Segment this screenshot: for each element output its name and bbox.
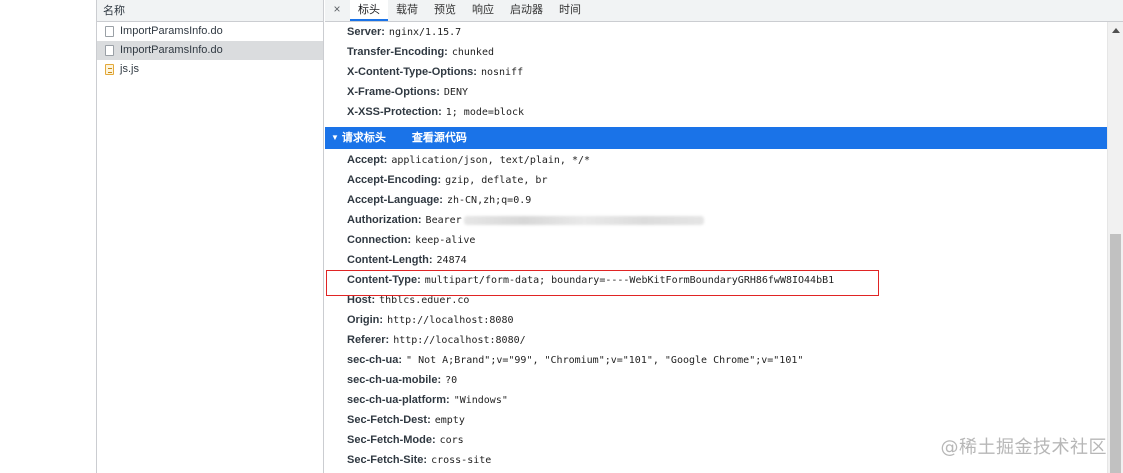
header-value: zh-CN,zh;q=0.9	[446, 195, 532, 206]
header-name: sec-ch-ua-mobile:	[347, 374, 442, 386]
request-header-row: Accept-Encoding: gzip, deflate, br	[325, 170, 1107, 190]
request-name: ImportParamsInfo.do	[120, 25, 223, 37]
header-value: gzip, deflate, br	[445, 175, 548, 186]
header-name: Sec-Fetch-Site:	[347, 454, 428, 466]
header-value: " Not A;Brand";v="99", "Chromium";v="101…	[406, 355, 804, 366]
request-header-row: sec-ch-ua: " Not A;Brand";v="99", "Chromi…	[325, 350, 1107, 370]
response-header-row: X-Content-Type-Options: nosniff	[325, 62, 1107, 82]
header-value: DENY	[443, 87, 468, 98]
request-header-row: sec-ch-ua-platform: "Windows"	[325, 390, 1107, 410]
request-header-row: Accept: application/json, text/plain, */*	[325, 150, 1107, 170]
response-header-row: X-XSS-Protection: 1; mode=block	[325, 102, 1107, 122]
watermark: @稀土掘金技术社区	[940, 437, 1107, 458]
document-icon	[105, 26, 114, 37]
tab-payload[interactable]: 载荷	[388, 0, 426, 21]
scrollbar-thumb[interactable]	[1110, 234, 1121, 473]
header-name: Server:	[347, 26, 385, 38]
header-value: 1; mode=block	[445, 107, 525, 118]
header-name: Content-Type:	[347, 274, 421, 286]
request-row[interactable]: ImportParamsInfo.do	[97, 22, 323, 41]
tab-response[interactable]: 响应	[464, 0, 502, 21]
request-header-row: Connection: keep-alive	[325, 230, 1107, 250]
header-value: keep-alive	[415, 235, 476, 246]
header-value: ?0	[445, 375, 458, 386]
header-value: Bearer	[425, 215, 462, 226]
response-header-row: X-Frame-Options: DENY	[325, 82, 1107, 102]
request-header-row: Origin: http://localhost:8080	[325, 310, 1107, 330]
header-value: 24874	[436, 255, 467, 266]
header-name: Accept:	[347, 154, 388, 166]
name-column-header[interactable]: 名称	[97, 0, 323, 22]
header-value: "Windows"	[453, 395, 508, 406]
header-value: nginx/1.15.7	[388, 27, 462, 38]
header-value: application/json, text/plain, */*	[391, 155, 591, 166]
triangle-down-icon[interactable]: ▼	[331, 127, 339, 149]
request-header-row: Content-Length: 24874	[325, 250, 1107, 270]
header-name: X-XSS-Protection:	[347, 106, 442, 118]
header-name: sec-ch-ua-platform:	[347, 394, 450, 406]
detail-tab-bar: × 标头 载荷 预览 响应 启动器 时间	[325, 0, 1123, 22]
tab-headers[interactable]: 标头	[350, 0, 388, 21]
header-value: nosniff	[480, 67, 524, 78]
header-name: Transfer-Encoding:	[347, 46, 448, 58]
request-header-row: Sec-Fetch-Dest: empty	[325, 410, 1107, 430]
request-row-selected[interactable]: ImportParamsInfo.do	[97, 41, 323, 60]
header-name: Authorization:	[347, 214, 422, 226]
headers-scroll-area[interactable]: Server: nginx/1.15.7 Transfer-Encoding: ch…	[325, 22, 1107, 473]
response-header-row: Server: nginx/1.15.7	[325, 22, 1107, 42]
tab-timing[interactable]: 时间	[551, 0, 589, 21]
header-name: sec-ch-ua:	[347, 354, 403, 366]
response-header-row: Transfer-Encoding: chunked	[325, 42, 1107, 62]
header-name: Sec-Fetch-Mode:	[347, 434, 436, 446]
header-name: Content-Length:	[347, 254, 433, 266]
request-detail-panel: × 标头 载荷 预览 响应 启动器 时间 Server: nginx/1.15.7…	[325, 0, 1123, 473]
header-value: thblcs.eduer.co	[379, 295, 470, 306]
request-header-row: Accept-Language: zh-CN,zh;q=0.9	[325, 190, 1107, 210]
request-row[interactable]: js.js	[97, 60, 323, 79]
request-header-row: sec-ch-ua-mobile: ?0	[325, 370, 1107, 390]
header-value: multipart/form-data; boundary=----WebKit…	[424, 275, 835, 286]
scroll-up-arrow-icon[interactable]	[1108, 22, 1123, 38]
request-list-panel: 名称 ImportParamsInfo.do ImportParamsInfo.…	[97, 0, 324, 473]
header-name: Host:	[347, 294, 376, 306]
vertical-scrollbar[interactable]	[1107, 22, 1123, 473]
header-name: X-Content-Type-Options:	[347, 66, 477, 78]
request-name: ImportParamsInfo.do	[120, 44, 223, 56]
header-name: Sec-Fetch-Dest:	[347, 414, 431, 426]
header-value: http://localhost:8080	[387, 315, 514, 326]
request-header-row: Host: thblcs.eduer.co	[325, 290, 1107, 310]
tab-initiator[interactable]: 启动器	[502, 0, 551, 21]
request-header-row: Referer: http://localhost:8080/	[325, 330, 1107, 350]
header-value: http://localhost:8080/	[393, 335, 526, 346]
header-name: Origin:	[347, 314, 384, 326]
header-name: Accept-Language:	[347, 194, 443, 206]
document-icon	[105, 45, 114, 56]
header-value: cross-site	[431, 455, 492, 466]
header-value: cors	[439, 435, 464, 446]
redacted-token	[463, 215, 704, 225]
header-value: chunked	[451, 47, 494, 58]
header-name: X-Frame-Options:	[347, 86, 440, 98]
request-headers-section-header[interactable]: ▼ 请求标头 查看源代码	[325, 127, 1107, 149]
request-header-row: Authorization: Bearer	[325, 210, 1107, 230]
header-name: Referer:	[347, 334, 390, 346]
section-title: 请求标头	[341, 132, 386, 144]
request-header-row-highlighted: Content-Type: multipart/form-data; bounda…	[325, 270, 1107, 290]
header-name: Accept-Encoding:	[347, 174, 442, 186]
close-icon[interactable]: ×	[329, 0, 345, 21]
tab-preview[interactable]: 预览	[426, 0, 464, 21]
header-name: Connection:	[347, 234, 412, 246]
header-value: empty	[434, 415, 465, 426]
script-file-icon	[105, 64, 114, 75]
left-margin	[0, 0, 97, 473]
request-name: js.js	[120, 63, 139, 75]
view-source-link[interactable]: 查看源代码	[412, 127, 467, 149]
